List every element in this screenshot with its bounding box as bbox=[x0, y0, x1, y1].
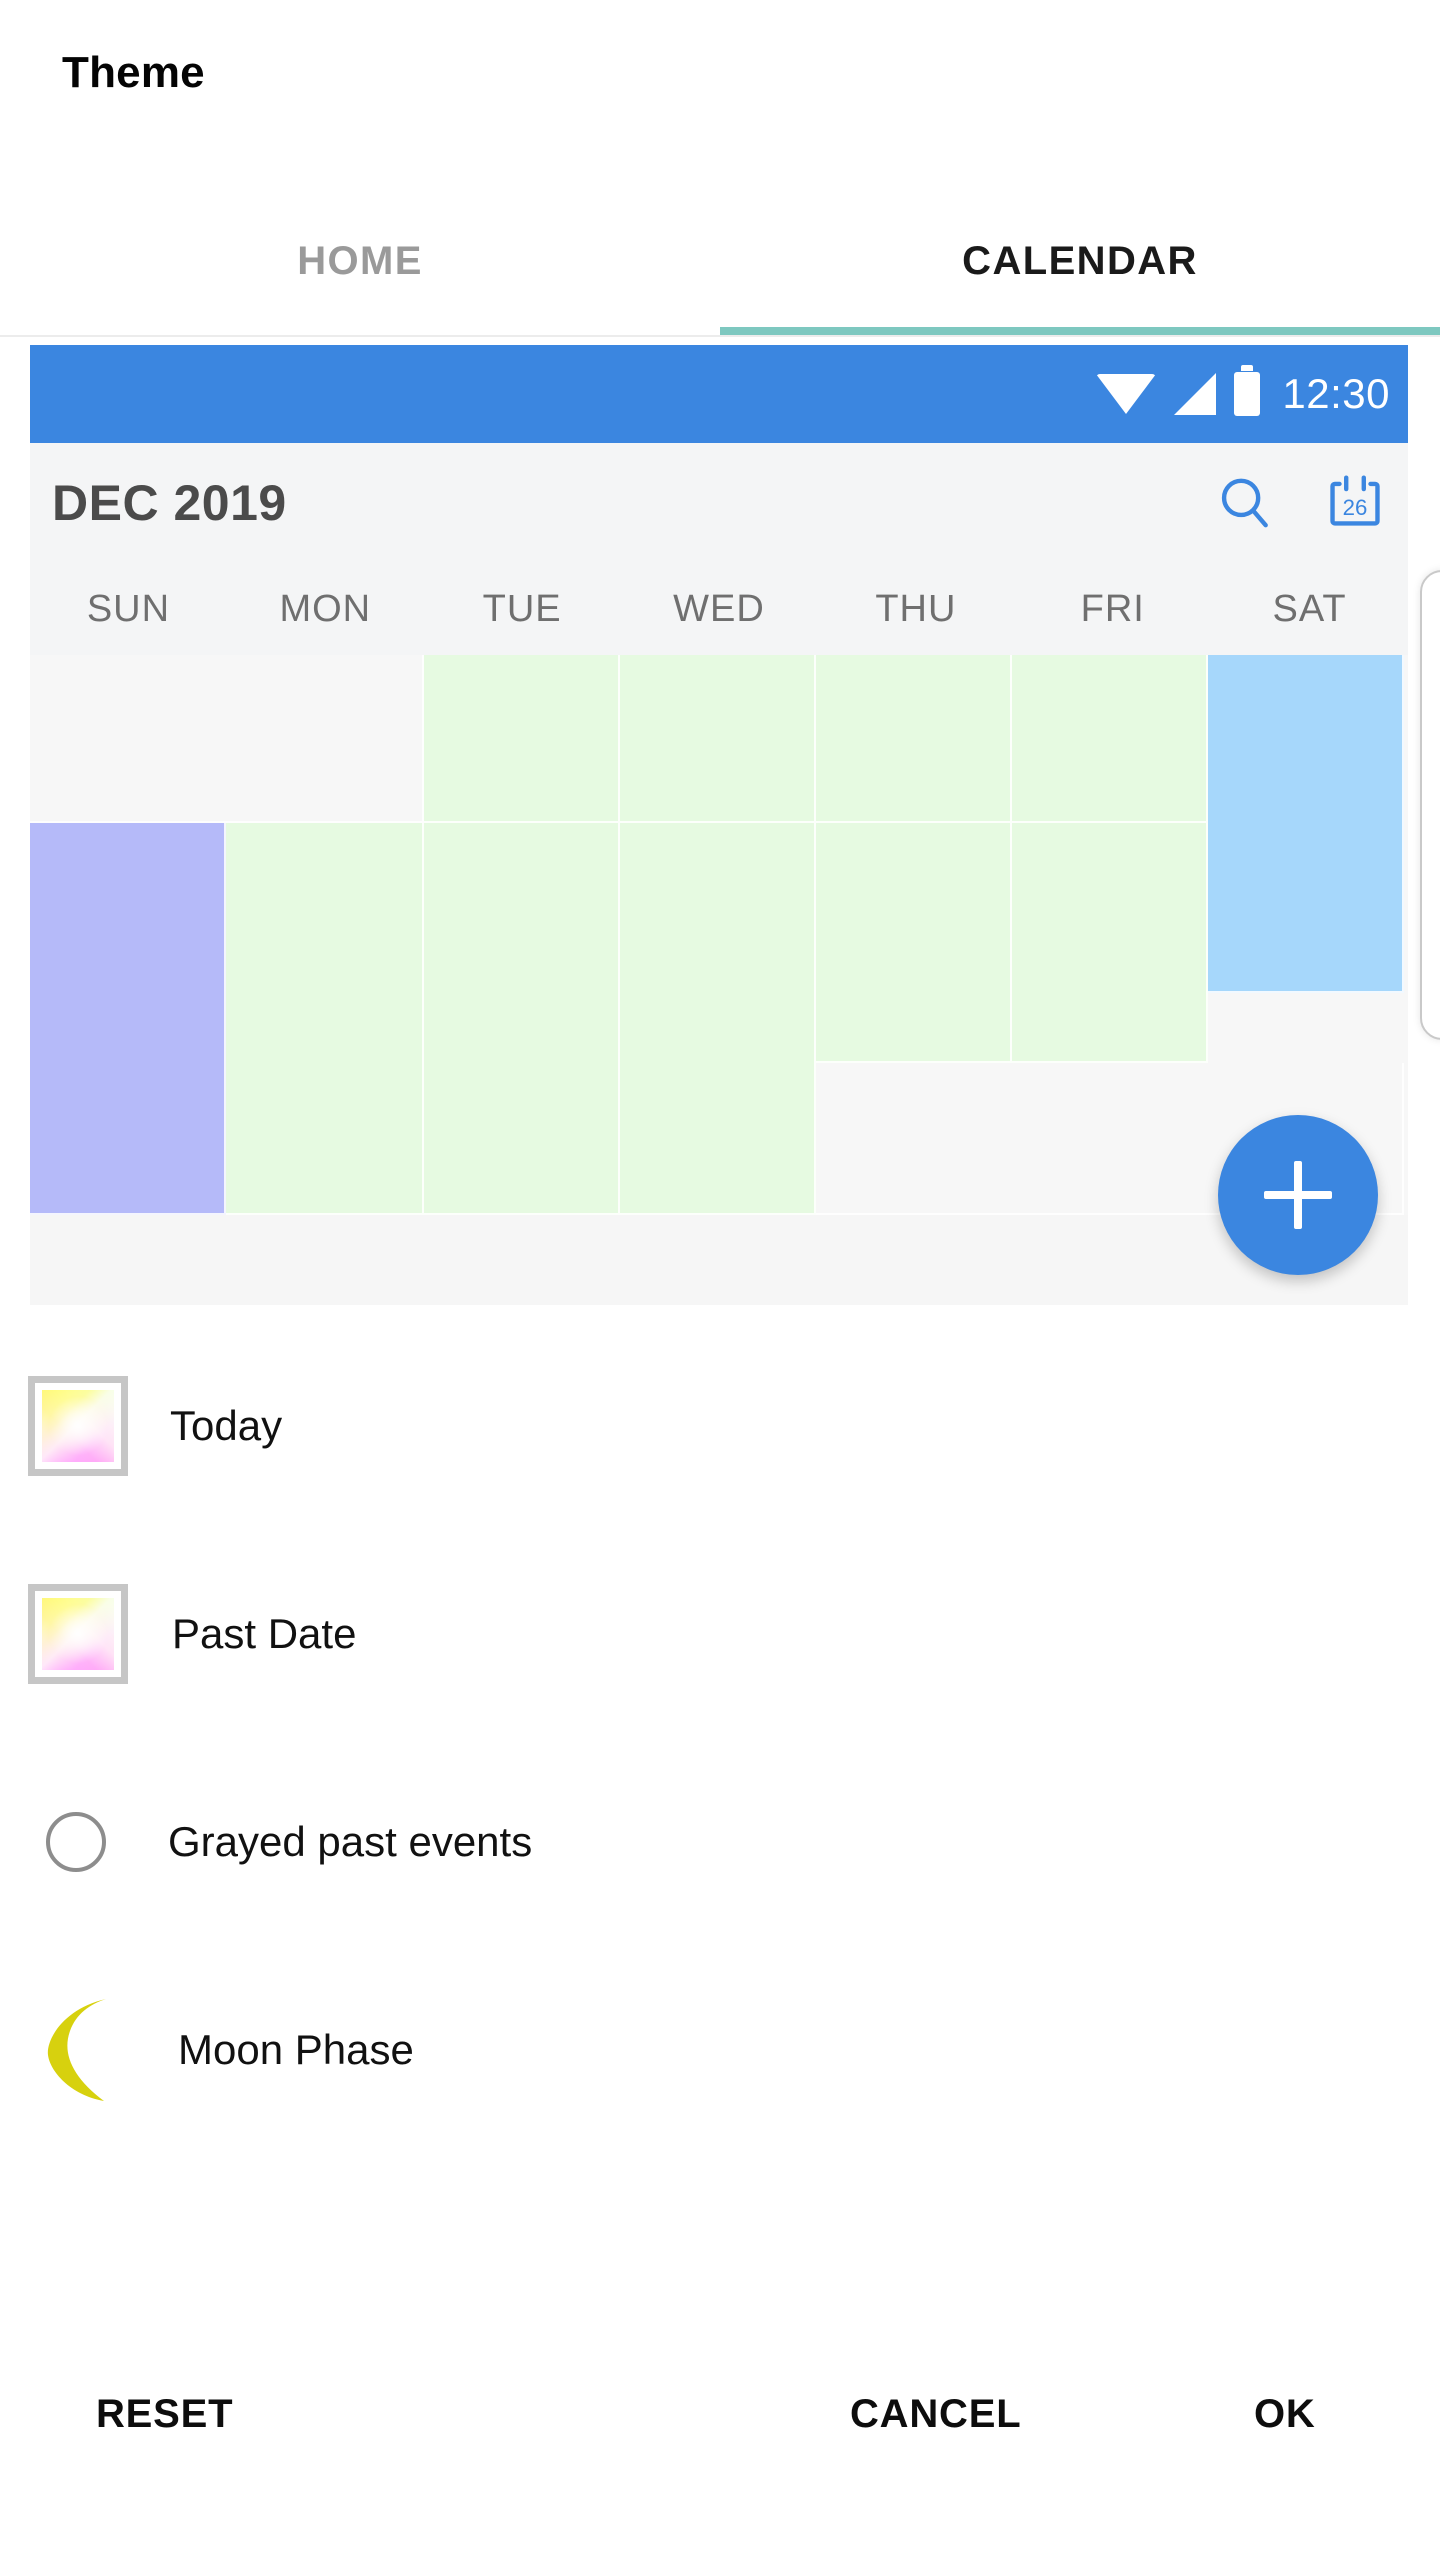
calendar-preview: 12:30 DEC 2019 26 SUN MON TUE WED THU FR… bbox=[30, 345, 1408, 1305]
page-title: Theme bbox=[62, 48, 205, 97]
calendar-cell[interactable] bbox=[226, 823, 424, 1215]
search-icon[interactable] bbox=[1214, 472, 1276, 534]
adjacent-page-card bbox=[1420, 570, 1440, 1040]
option-row-past-date[interactable]: Past Date bbox=[0, 1530, 1440, 1738]
weekday-tue: TUE bbox=[482, 587, 562, 630]
tab-bar-divider bbox=[0, 335, 1440, 337]
tab-home[interactable]: HOME bbox=[0, 186, 720, 336]
signal-icon bbox=[1174, 373, 1217, 415]
color-gradient bbox=[42, 1598, 114, 1670]
color-swatch-past-date[interactable] bbox=[28, 1584, 128, 1684]
status-icons: 12:30 bbox=[1096, 345, 1390, 443]
reset-button[interactable]: RESET bbox=[82, 2382, 247, 2447]
option-row-moon-phase[interactable]: Moon Phase bbox=[0, 1946, 1440, 2154]
option-row-today[interactable]: Today bbox=[0, 1322, 1440, 1530]
color-gradient bbox=[42, 1390, 114, 1462]
tab-calendar[interactable]: CALENDAR bbox=[720, 186, 1440, 336]
weekday-thu: THU bbox=[875, 587, 957, 630]
calendar-cell-today[interactable] bbox=[30, 823, 226, 1215]
option-label-past-date: Past Date bbox=[172, 1610, 357, 1657]
theme-settings-screen: Theme HOME CALENDAR 12:30 DEC 2019 26 SU… bbox=[0, 0, 1440, 2560]
calendar-cell[interactable] bbox=[424, 823, 620, 1215]
color-swatch-inner bbox=[35, 1383, 121, 1469]
weekday-fri: FRI bbox=[1080, 587, 1145, 630]
weekday-wed: WED bbox=[673, 587, 765, 630]
weekday-mon: MON bbox=[279, 587, 372, 630]
calendar-grid bbox=[30, 655, 1408, 1215]
calendar-cell[interactable] bbox=[620, 823, 816, 1215]
svg-text:26: 26 bbox=[1343, 495, 1368, 520]
color-swatch-today[interactable] bbox=[28, 1376, 128, 1476]
weekday-sun: SUN bbox=[86, 587, 171, 630]
cancel-button[interactable]: CANCEL bbox=[836, 2382, 1035, 2447]
ok-button[interactable]: OK bbox=[1240, 2382, 1330, 2447]
option-label-moon-phase: Moon Phase bbox=[178, 2026, 414, 2073]
wifi-icon bbox=[1096, 374, 1157, 414]
theme-option-list: Today Past Date Grayed past events Moon … bbox=[0, 1322, 1440, 2154]
option-label-grayed-past-events: Grayed past events bbox=[168, 1818, 533, 1865]
calendar-cell[interactable] bbox=[1012, 823, 1208, 1063]
calendar-cell[interactable] bbox=[816, 655, 1012, 823]
tab-calendar-label: CALENDAR bbox=[962, 238, 1198, 283]
option-row-grayed-past-events[interactable]: Grayed past events bbox=[0, 1738, 1440, 1946]
calendar-cell-saturday[interactable] bbox=[1208, 655, 1404, 993]
tab-home-label: HOME bbox=[297, 238, 423, 283]
calendar-date-icon[interactable]: 26 bbox=[1324, 472, 1386, 534]
calendar-cell[interactable] bbox=[1012, 655, 1208, 823]
moon-phase-icon[interactable] bbox=[32, 1995, 128, 2105]
calendar-toolbar: DEC 2019 26 bbox=[30, 443, 1408, 563]
calendar-cell[interactable] bbox=[816, 823, 1012, 1063]
status-time: 12:30 bbox=[1282, 370, 1390, 417]
calendar-toolbar-actions: 26 bbox=[1214, 472, 1386, 534]
weekday-header: SUN MON TUE WED THU FRI SAT bbox=[30, 563, 1408, 655]
tab-bar: HOME CALENDAR bbox=[0, 186, 1440, 336]
option-label-today: Today bbox=[170, 1402, 283, 1449]
battery-icon bbox=[1234, 365, 1261, 416]
calendar-cell[interactable] bbox=[30, 655, 424, 823]
radio-unchecked-icon[interactable] bbox=[46, 1812, 106, 1872]
add-event-fab[interactable] bbox=[1218, 1115, 1378, 1275]
month-label: DEC 2019 bbox=[52, 475, 287, 531]
weekday-sat: SAT bbox=[1272, 587, 1347, 630]
color-swatch-inner bbox=[35, 1591, 121, 1677]
calendar-cell[interactable] bbox=[620, 655, 816, 823]
status-bar: 12:30 bbox=[30, 345, 1408, 443]
calendar-cell[interactable] bbox=[424, 655, 620, 823]
dialog-action-bar: RESET CANCEL OK bbox=[0, 2360, 1440, 2560]
